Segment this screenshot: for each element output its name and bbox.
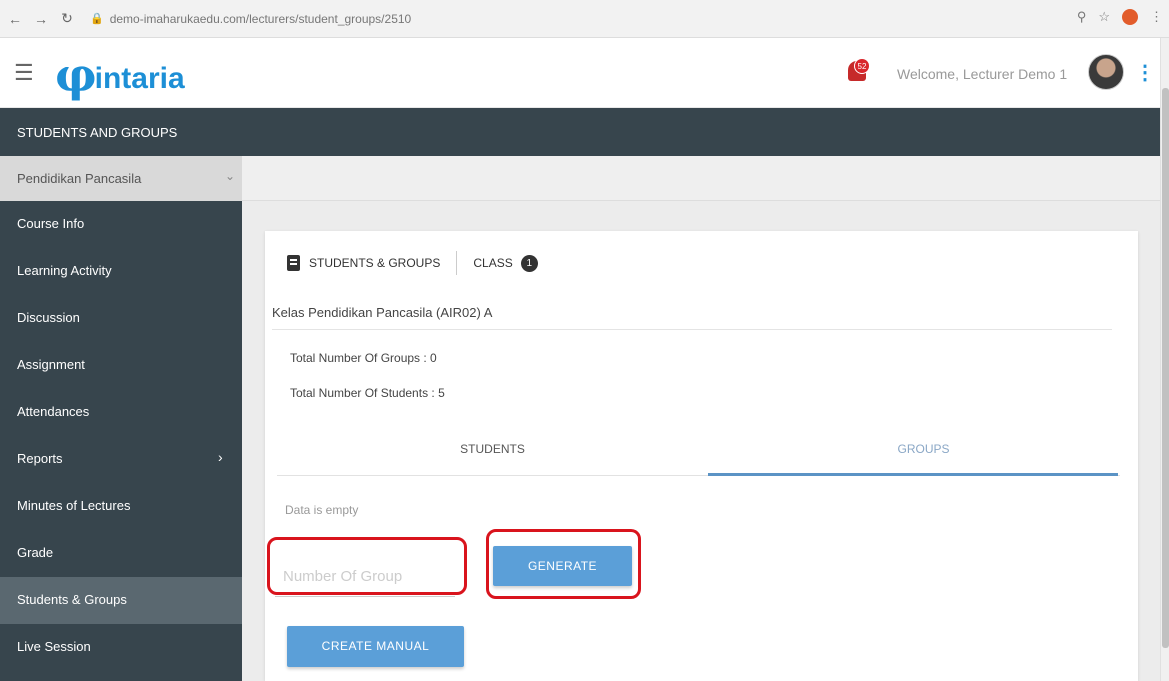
course-select[interactable]: Pendidikan Pancasila ⌄ <box>0 156 242 201</box>
chevron-right-icon: › <box>218 449 223 465</box>
header-divider <box>456 251 458 275</box>
sidebar-item-attendances[interactable]: Attendances <box>0 389 242 436</box>
card-header: STUDENTS & GROUPS CLASS 1 <box>287 251 538 275</box>
sidebar-item-minutes-of-lectures[interactable]: Minutes of Lectures <box>0 483 242 530</box>
star-icon[interactable]: ☆ <box>1098 9 1110 25</box>
lock-icon: 🔒 <box>90 13 104 25</box>
empty-message: Data is empty <box>285 503 359 517</box>
notification-bell-icon[interactable]: 52 <box>846 58 870 84</box>
url-text: demo-imaharukaedu.com/lecturers/student_… <box>109 11 412 26</box>
tab-groups[interactable]: GROUPS <box>708 431 1139 476</box>
logo-text: intaria <box>94 62 185 95</box>
chevron-down-icon: ⌄ <box>225 169 236 183</box>
scrollbar-thumb[interactable] <box>1162 88 1169 648</box>
class-name: Kelas Pendidikan Pancasila (AIR02) A <box>272 305 493 320</box>
extension-icon[interactable] <box>1122 9 1138 25</box>
back-icon[interactable]: ← <box>4 11 26 27</box>
section-title: STUDENTS AND GROUPS <box>17 125 178 140</box>
address-bar[interactable]: 🔒 demo-imaharukaedu.com/lecturers/studen… <box>90 7 1140 31</box>
section-bar: STUDENTS AND GROUPS <box>0 108 1160 156</box>
hamburger-menu-icon[interactable]: ☰ <box>14 60 34 86</box>
number-of-group-input[interactable] <box>275 557 455 597</box>
forward-icon[interactable]: → <box>30 11 52 27</box>
class-count-badge: 1 <box>520 254 538 272</box>
page-scrollbar[interactable] <box>1160 38 1169 681</box>
reload-icon[interactable]: ↻ <box>56 10 78 27</box>
browser-toolbar: ← → ↻ 🔒 demo-imaharukaedu.com/lecturers/… <box>0 0 1169 38</box>
sidebar-item-learning-activity[interactable]: Learning Activity <box>0 248 242 295</box>
divider <box>272 329 1112 330</box>
sidebar-item-reports[interactable]: Reports › <box>0 436 242 483</box>
total-students: Total Number Of Students : 5 <box>290 386 445 400</box>
generate-button[interactable]: GENERATE <box>493 546 632 586</box>
welcome-text: Welcome, Lecturer Demo 1 <box>897 66 1068 82</box>
browser-menu-icon[interactable]: ⋮ <box>1150 9 1163 25</box>
sidebar-item-course-info[interactable]: Course Info <box>0 201 242 248</box>
active-tab-indicator <box>708 473 1118 476</box>
create-manual-button[interactable]: CREATE MANUAL <box>287 626 464 667</box>
tab-students[interactable]: STUDENTS <box>277 431 708 476</box>
sidebar-item-discussion[interactable]: Discussion <box>0 295 242 342</box>
course-bar: Pendidikan Pancasila ⌄ <box>0 156 1160 201</box>
total-groups: Total Number Of Groups : 0 <box>290 351 437 365</box>
class-label: CLASS <box>473 256 513 270</box>
clipboard-icon <box>287 255 300 271</box>
logo[interactable]: φ intaria <box>55 46 185 98</box>
logo-mark-icon: φ <box>55 48 97 102</box>
course-select-value: Pendidikan Pancasila <box>17 171 142 186</box>
card-heading: STUDENTS & GROUPS <box>309 256 441 270</box>
sidebar-item-students-groups[interactable]: Students & Groups <box>0 577 242 624</box>
sidebar: Course Info Learning Activity Discussion… <box>0 201 242 681</box>
more-options-icon[interactable]: ⋮ <box>1135 60 1155 85</box>
app-header: ☰ φ intaria 52 Welcome, Lecturer Demo 1 … <box>0 38 1160 108</box>
sidebar-item-live-session[interactable]: Live Session <box>0 624 242 671</box>
sidebar-item-assignment[interactable]: Assignment <box>0 342 242 389</box>
avatar[interactable] <box>1088 54 1124 90</box>
zoom-icon[interactable]: ⚲ <box>1077 9 1087 25</box>
sidebar-item-grade[interactable]: Grade <box>0 530 242 577</box>
notification-badge: 52 <box>854 58 870 74</box>
tabs: STUDENTS GROUPS <box>277 431 1120 476</box>
students-groups-card: STUDENTS & GROUPS CLASS 1 Kelas Pendidik… <box>265 231 1138 681</box>
